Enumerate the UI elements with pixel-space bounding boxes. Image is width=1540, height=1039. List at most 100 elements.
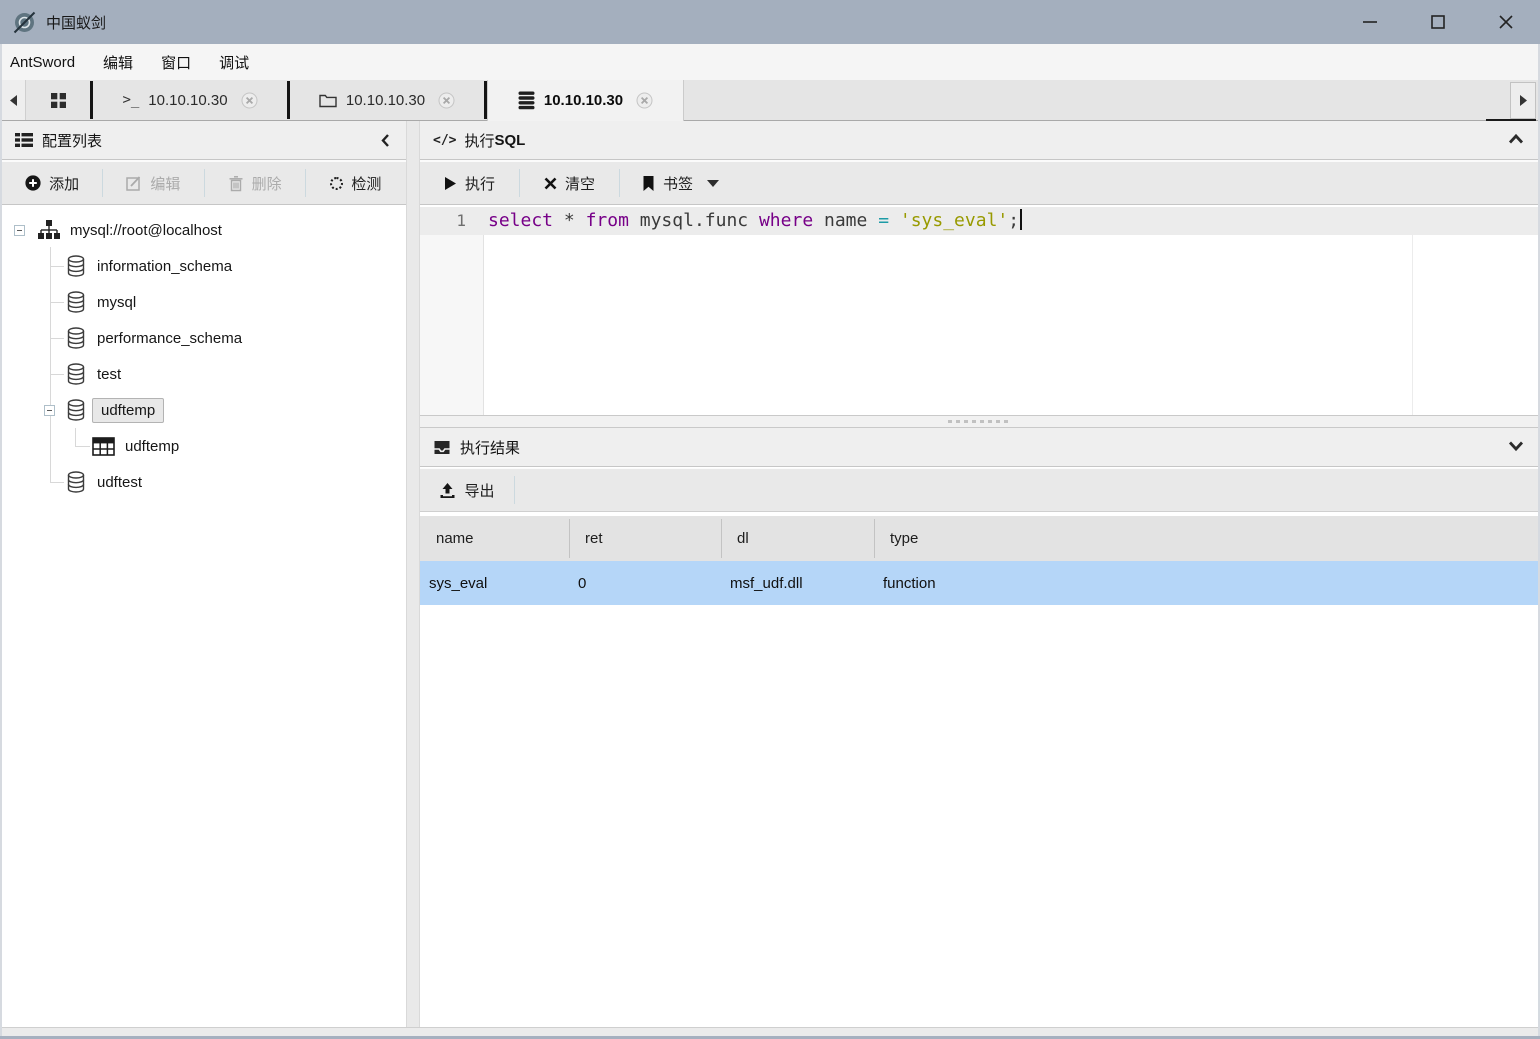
tree-connector [75, 446, 90, 447]
export-icon [439, 482, 456, 499]
tree-item-database[interactable]: performance_schema [66, 320, 242, 356]
database-icon [66, 255, 86, 277]
results-panel-header: 执行结果 [420, 428, 1540, 467]
sql-token: * [564, 210, 575, 231]
tab-database[interactable]: 10.10.10.30 [487, 80, 684, 121]
menu-edit[interactable]: 编辑 [93, 48, 143, 77]
maximize-button[interactable] [1404, 0, 1472, 44]
delete-button[interactable]: 删除 [205, 162, 305, 204]
collapse-down-icon[interactable] [1508, 440, 1524, 452]
tab-label: 10.10.10.30 [148, 92, 227, 109]
menubar: AntSword 编辑 窗口 调试 [0, 44, 1540, 80]
tree-item-database[interactable]: test [66, 356, 121, 392]
menu-antsword[interactable]: AntSword [10, 50, 85, 75]
check-label: 检测 [351, 173, 381, 194]
sql-token [575, 210, 586, 231]
tree-item-label: test [97, 366, 121, 383]
sql-editor[interactable]: 1 select * from mysql.func where name = … [420, 207, 1540, 415]
database-icon [66, 363, 86, 385]
app-window: 中国蚁剑 AntSword 编辑 窗口 调试 [0, 0, 1540, 1039]
tree-item-label: information_schema [97, 258, 232, 275]
bookmark-icon [642, 175, 655, 192]
spinner-icon [330, 177, 343, 190]
list-icon [15, 133, 33, 147]
database-icon [518, 91, 535, 110]
tree-connector [50, 266, 64, 267]
tab-scroll-right-button[interactable] [1510, 82, 1536, 119]
clear-x-icon [544, 177, 557, 190]
menu-debug[interactable]: 调试 [209, 48, 259, 77]
minimize-button[interactable] [1336, 0, 1404, 44]
tab-close-icon[interactable] [438, 92, 455, 109]
window-title: 中国蚁剑 [46, 12, 106, 33]
clear-button[interactable]: 清空 [520, 162, 619, 204]
window-controls [1336, 0, 1540, 44]
cell-dl: msf_udf.dll [721, 561, 874, 605]
tab-close-icon[interactable] [636, 92, 653, 109]
table-row[interactable]: sys_eval 0 msf_udf.dll function [420, 561, 1540, 605]
scroll-left-icon [9, 94, 18, 107]
sql-token: name [813, 210, 878, 231]
sidebar-header: 配置列表 [2, 121, 406, 160]
tree-item-label: udftemp [92, 398, 164, 423]
database-icon [66, 471, 86, 493]
sql-panel: </> 执行SQL 执行 清空 书签 [420, 121, 1540, 1027]
tree-connector [50, 247, 51, 482]
run-button[interactable]: 执行 [420, 162, 519, 204]
sql-code-line[interactable]: select * from mysql.func where name = 's… [488, 207, 1022, 235]
tabbar: >_ 10.10.10.30 10.10.10.30 [2, 80, 1538, 121]
window-frame [0, 44, 2, 1039]
play-icon [444, 176, 457, 191]
splitter-grip-icon [948, 420, 1012, 423]
column-header-dl[interactable]: dl [721, 516, 874, 561]
sql-panel-header: </> 执行SQL [420, 121, 1540, 160]
tree-item-database[interactable]: udftest [66, 464, 142, 500]
collapse-up-icon[interactable] [1508, 133, 1524, 145]
inbox-icon [433, 439, 451, 456]
tree-connector [50, 482, 64, 483]
vertical-splitter[interactable] [406, 121, 420, 1027]
tree-item-database[interactable]: information_schema [66, 248, 232, 284]
terminal-icon: >_ [122, 92, 139, 108]
horizontal-splitter[interactable] [420, 415, 1540, 428]
collapse-expander-icon[interactable] [44, 405, 55, 416]
tree-item-database[interactable]: mysql [66, 284, 136, 320]
edit-button[interactable]: 编辑 [103, 162, 203, 204]
line-number: 1 [420, 207, 466, 235]
column-header-ret[interactable]: ret [569, 516, 721, 561]
export-button[interactable]: 导出 [420, 469, 514, 511]
tree-item-database-selected[interactable]: udftemp [44, 392, 164, 428]
column-header-type[interactable]: type [874, 516, 1540, 561]
sql-token: from [586, 210, 629, 231]
tree-item-table[interactable]: udftemp [92, 428, 179, 464]
tab-home[interactable] [26, 80, 90, 120]
titlebar: 中国蚁剑 [0, 0, 1540, 44]
database-icon [66, 291, 86, 313]
bookmark-button[interactable]: 书签 [620, 162, 741, 204]
cell-ret: 0 [569, 561, 721, 605]
export-label: 导出 [464, 480, 494, 501]
sql-panel-title-en: SQL [495, 132, 526, 149]
check-button[interactable]: 检测 [306, 162, 406, 204]
tab-scroll-left-button[interactable] [2, 80, 26, 120]
menu-window[interactable]: 窗口 [151, 48, 201, 77]
tab-close-icon[interactable] [241, 92, 258, 109]
sidebar-title: 配置列表 [42, 130, 102, 151]
column-header-name[interactable]: name [420, 516, 569, 561]
tree-connector [75, 428, 76, 446]
sql-token: ; [1008, 210, 1019, 231]
cell-name: sys_eval [420, 561, 569, 605]
tab-terminal[interactable]: >_ 10.10.10.30 [93, 80, 287, 120]
bookmark-label: 书签 [663, 173, 693, 194]
collapse-expander-icon[interactable] [14, 225, 25, 236]
grid-icon [51, 93, 66, 108]
close-button[interactable] [1472, 0, 1540, 44]
folder-icon [319, 93, 337, 108]
tab-files[interactable]: 10.10.10.30 [290, 80, 484, 120]
edit-label: 编辑 [150, 173, 180, 194]
plus-circle-icon [25, 175, 41, 191]
add-button[interactable]: 添加 [2, 162, 102, 204]
edit-icon [126, 175, 142, 191]
tree-item-connection[interactable]: mysql://root@localhost [14, 212, 222, 248]
collapse-left-icon[interactable] [380, 133, 390, 148]
